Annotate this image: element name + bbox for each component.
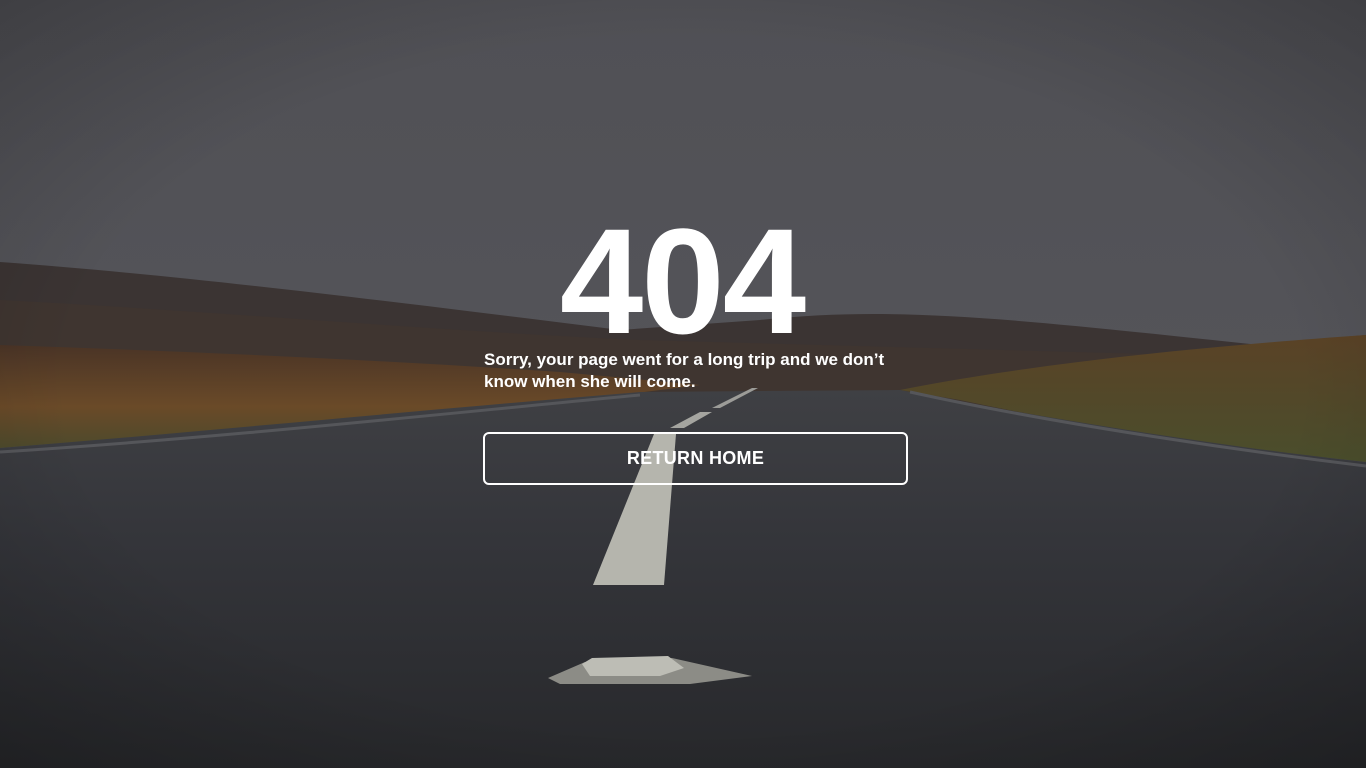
error-code: 404 — [559, 197, 806, 365]
error-page: 404 Sorry, your page went for a long tri… — [0, 0, 1366, 768]
error-message: Sorry, your page went for a long trip an… — [484, 350, 885, 391]
return-home-button[interactable]: RETURN HOME — [483, 432, 908, 485]
error-content: 404 Sorry, your page went for a long tri… — [0, 0, 1366, 768]
